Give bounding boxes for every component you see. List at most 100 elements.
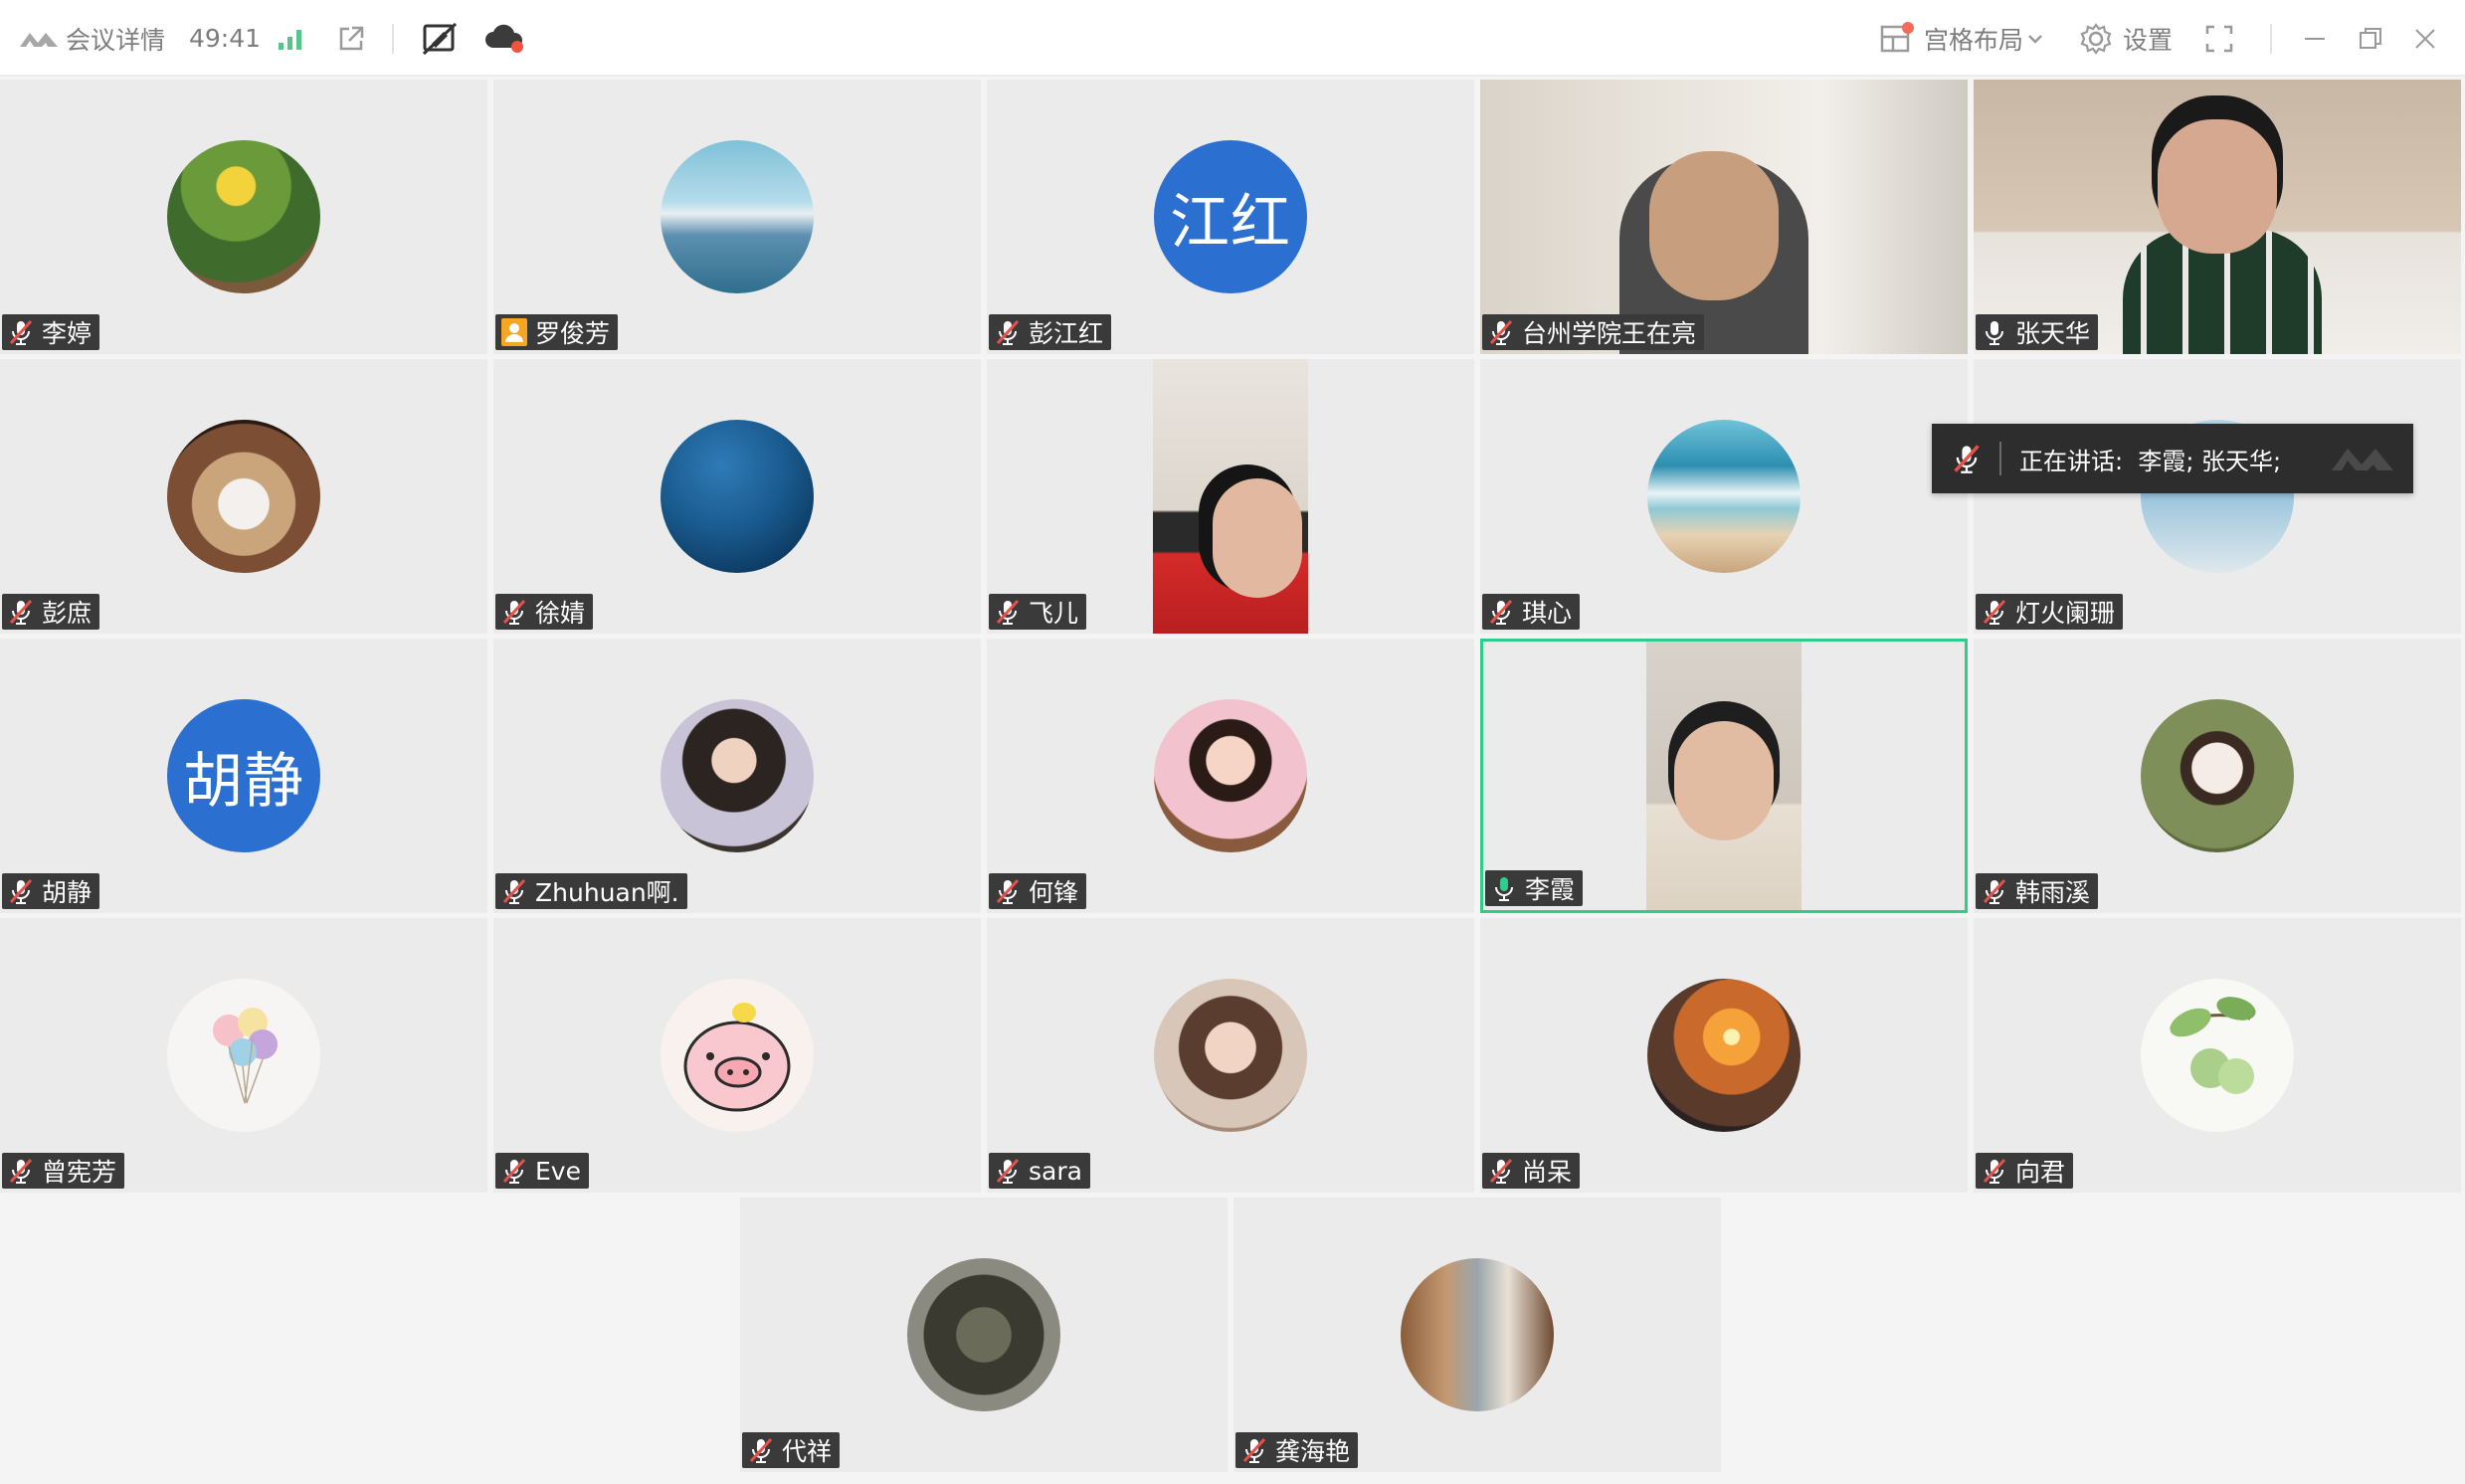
mic-muted-icon bbox=[1488, 1157, 1514, 1185]
mic-muted-icon bbox=[1488, 598, 1514, 626]
name-label: 韩雨溪 bbox=[1976, 873, 2099, 909]
avatar bbox=[167, 979, 320, 1132]
mic-muted-icon bbox=[501, 1157, 527, 1185]
participant-name: 琪心 bbox=[1522, 599, 1573, 628]
participant-tile[interactable]: 代祥 bbox=[740, 1198, 1228, 1472]
speaking-now-tooltip: 正在讲话: 李霞; 张天华; bbox=[1932, 424, 2413, 493]
name-label: 徐婧 bbox=[495, 594, 594, 630]
participant-name: 飞儿 bbox=[1029, 599, 1079, 628]
mic-muted-icon bbox=[501, 598, 527, 626]
participant-tile[interactable]: Zhuhuan啊. bbox=[493, 639, 981, 913]
participant-tile[interactable]: 尚呆 bbox=[1480, 918, 1968, 1193]
participant-tile[interactable]: 灯火阑珊 bbox=[1974, 359, 2461, 634]
tooltip-divider bbox=[1999, 442, 2001, 475]
mic-muted-icon bbox=[995, 1157, 1021, 1185]
participant-name: 何锋 bbox=[1029, 878, 1079, 907]
minimize-icon[interactable] bbox=[2302, 0, 2328, 77]
name-label: 飞儿 bbox=[989, 594, 1087, 630]
pig-icon bbox=[683, 1003, 791, 1112]
participant-name: 尚呆 bbox=[1522, 1158, 1573, 1187]
balloons-icon bbox=[213, 1008, 278, 1104]
cloud-record-icon[interactable] bbox=[483, 0, 525, 77]
video-feed bbox=[1646, 642, 1801, 910]
mic-muted-icon bbox=[995, 598, 1021, 626]
participant-tile[interactable]: 向君 bbox=[1974, 918, 2461, 1193]
name-label: 胡静 bbox=[2, 873, 100, 909]
grid-layout-icon[interactable] bbox=[1880, 0, 1910, 77]
video-feed bbox=[1480, 80, 1968, 354]
participant-name: 罗俊芳 bbox=[535, 319, 611, 348]
avatar bbox=[661, 699, 814, 852]
text-avatar: 胡静 bbox=[167, 699, 320, 852]
grid-layout-button[interactable]: 宫格布局 bbox=[1924, 0, 2023, 77]
participant-name: Zhuhuan啊. bbox=[535, 878, 679, 907]
avatar bbox=[1647, 420, 1801, 573]
participant-tile[interactable]: 罗俊芳 bbox=[493, 80, 981, 354]
participant-tile[interactable]: 龚海艳 bbox=[1233, 1198, 1721, 1472]
name-label: 彭庶 bbox=[2, 594, 100, 630]
participant-name: Eve bbox=[535, 1156, 581, 1186]
avatar bbox=[167, 420, 320, 573]
participant-tile[interactable]: 琪心 bbox=[1480, 359, 1968, 634]
name-label: 彭江红 bbox=[989, 314, 1112, 350]
name-label: 代祥 bbox=[742, 1432, 841, 1468]
name-label: sara bbox=[989, 1153, 1090, 1189]
name-label: Zhuhuan啊. bbox=[495, 873, 687, 909]
avatar bbox=[167, 140, 320, 293]
share-out-icon[interactable] bbox=[336, 0, 366, 77]
name-label: 何锋 bbox=[989, 873, 1087, 909]
participant-name: 代祥 bbox=[782, 1437, 833, 1466]
toolbar-divider bbox=[2270, 24, 2272, 54]
participant-tile[interactable]: 徐婧 bbox=[493, 359, 981, 634]
meeting-timer: 49:41 bbox=[189, 24, 262, 53]
no-draw-icon[interactable] bbox=[422, 0, 458, 77]
name-label: 李霞 bbox=[1485, 870, 1584, 906]
name-label: 尚呆 bbox=[1482, 1153, 1581, 1189]
participant-name: sara bbox=[1029, 1156, 1082, 1186]
name-label: 李婷 bbox=[2, 314, 100, 350]
signal-bars-icon[interactable] bbox=[277, 0, 304, 77]
mic-muted-icon bbox=[995, 318, 1021, 346]
participant-tile[interactable]: 飞儿 bbox=[987, 359, 1474, 634]
avatar bbox=[2141, 699, 2294, 852]
participant-tile[interactable]: 台州学院王在亮 bbox=[1480, 80, 1968, 354]
participant-name: 龚海艳 bbox=[1275, 1437, 1351, 1466]
name-label: 向君 bbox=[1976, 1153, 2074, 1189]
avatar bbox=[661, 979, 814, 1132]
avatar bbox=[1647, 979, 1801, 1132]
participant-name: 张天华 bbox=[2015, 319, 2091, 348]
leaf-fruit-icon bbox=[2170, 997, 2256, 1094]
participant-name: 彭江红 bbox=[1029, 319, 1104, 348]
close-icon[interactable] bbox=[2413, 0, 2437, 77]
name-label: 琪心 bbox=[1482, 594, 1581, 630]
avatar bbox=[661, 140, 814, 293]
participant-tile[interactable]: 胡静 胡静 bbox=[0, 639, 487, 913]
host-icon bbox=[501, 318, 527, 346]
meeting-toolbar: 会议详情 49:41 宫格布局 设置 bbox=[0, 0, 2465, 77]
participant-tile[interactable]: 曾宪芳 bbox=[0, 918, 487, 1193]
participant-tile[interactable]: 韩雨溪 bbox=[1974, 639, 2461, 913]
participant-tile[interactable]: Eve bbox=[493, 918, 981, 1193]
participant-name: 台州学院王在亮 bbox=[1522, 319, 1697, 348]
participant-tile[interactable]: 张天华 bbox=[1974, 80, 2461, 354]
participant-name: 胡静 bbox=[42, 878, 93, 907]
participant-tile[interactable]: sara bbox=[987, 918, 1474, 1193]
settings-button[interactable]: 设置 bbox=[2123, 0, 2173, 77]
participant-grid: 李婷 罗俊芳 江红 彭江红 台州学院王在亮 张天华 彭庶 徐婧 飞儿 琪心 灯火… bbox=[0, 80, 2465, 1484]
gear-icon[interactable] bbox=[2079, 0, 2113, 77]
fullscreen-icon[interactable] bbox=[2204, 0, 2234, 77]
mic-muted-icon bbox=[8, 318, 34, 346]
meeting-details-button[interactable]: 会议详情 bbox=[66, 0, 165, 77]
participant-tile-active-speaker[interactable]: 李霞 bbox=[1480, 639, 1968, 913]
restore-icon[interactable] bbox=[2358, 0, 2383, 77]
chevron-down-icon[interactable] bbox=[2027, 0, 2043, 77]
speaking-now-text: 正在讲话: 李霞; 张天华; bbox=[2019, 447, 2282, 475]
avatar bbox=[907, 1258, 1060, 1411]
mic-muted-icon bbox=[1982, 1157, 2007, 1185]
participant-name: 韩雨溪 bbox=[2015, 878, 2091, 907]
participant-tile[interactable]: 彭庶 bbox=[0, 359, 487, 634]
participant-tile[interactable]: 江红 彭江红 bbox=[987, 80, 1474, 354]
participant-tile[interactable]: 何锋 bbox=[987, 639, 1474, 913]
mic-muted-icon bbox=[995, 877, 1021, 905]
participant-tile[interactable]: 李婷 bbox=[0, 80, 487, 354]
